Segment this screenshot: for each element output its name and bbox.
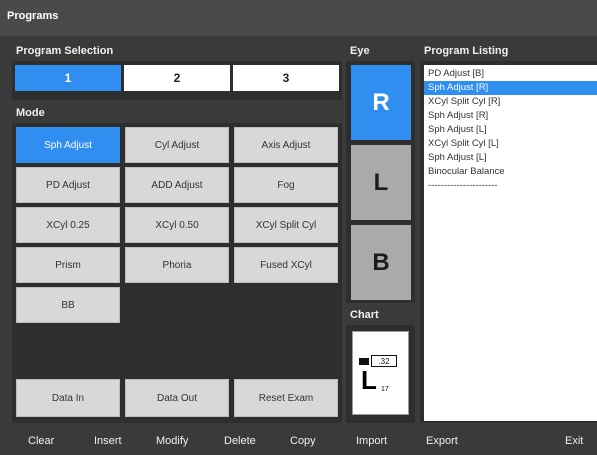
- export-button[interactable]: Export: [426, 435, 458, 447]
- chart-letter-subscript: 17: [381, 386, 389, 393]
- modify-button[interactable]: Modify: [156, 435, 188, 447]
- list-item[interactable]: Sph Adjust [L]: [424, 123, 597, 137]
- pd-adjust-button[interactable]: PD Adjust: [16, 167, 120, 203]
- list-item[interactable]: Sph Adjust [R]: [424, 109, 597, 123]
- fused-xcyl-button[interactable]: Fused XCyl: [234, 247, 338, 283]
- clear-button[interactable]: Clear: [28, 435, 54, 447]
- program-selection-panel: Program Selection 1 2 3: [12, 43, 342, 100]
- chart-letter: L: [361, 365, 377, 395]
- cyl-adjust-button[interactable]: Cyl Adjust: [125, 127, 229, 163]
- eye-header: Eye: [346, 43, 415, 61]
- window-title: Programs: [0, 0, 597, 36]
- prism-button[interactable]: Prism: [16, 247, 120, 283]
- copy-button[interactable]: Copy: [290, 435, 316, 447]
- list-item[interactable]: PD Adjust [B]: [424, 67, 597, 81]
- reset-exam-button[interactable]: Reset Exam: [234, 379, 338, 417]
- list-item[interactable]: XCyl Split Cyl [R]: [424, 95, 597, 109]
- sph-adjust-button[interactable]: Sph Adjust: [16, 127, 120, 163]
- mode-footer: Data In Data Out Reset Exam: [16, 379, 338, 417]
- program-selection-header: Program Selection: [12, 43, 342, 61]
- chart-preview[interactable]: .32 L 17: [352, 331, 409, 415]
- xcyl-050-button[interactable]: XCyl 0.50: [125, 207, 229, 243]
- list-separator: ----------------------: [428, 180, 498, 191]
- mode-header: Mode: [12, 105, 342, 123]
- program-listing-header: Program Listing: [420, 43, 597, 61]
- program-listing-panel: Program Listing PD Adjust [B] Sph Adjust…: [420, 43, 597, 423]
- data-in-button[interactable]: Data In: [16, 379, 120, 417]
- mode-panel: Mode Sph Adjust Cyl Adjust Axis Adjust P…: [12, 105, 342, 423]
- program-tab-2[interactable]: 2: [124, 65, 230, 91]
- xcyl-025-button[interactable]: XCyl 0.25: [16, 207, 120, 243]
- list-item[interactable]: XCyl Split Cyl [L]: [424, 137, 597, 151]
- mode-empty-slot: [234, 287, 338, 323]
- list-item[interactable]: Binocular Balance: [424, 165, 597, 179]
- bb-button[interactable]: BB: [16, 287, 120, 323]
- chart-marker-icon: [359, 358, 369, 365]
- fog-button[interactable]: Fog: [234, 167, 338, 203]
- phoria-button[interactable]: Phoria: [125, 247, 229, 283]
- xcyl-split-cyl-button[interactable]: XCyl Split Cyl: [234, 207, 338, 243]
- exit-button[interactable]: Exit: [565, 435, 583, 447]
- eye-both-button[interactable]: B: [351, 225, 411, 300]
- chart-panel: Chart .32 L 17: [346, 307, 415, 423]
- chart-header: Chart: [346, 307, 415, 325]
- delete-button[interactable]: Delete: [224, 435, 256, 447]
- list-item[interactable]: Sph Adjust [R]: [424, 81, 597, 95]
- list-item[interactable]: Sph Adjust [L]: [424, 151, 597, 165]
- eye-right-button[interactable]: R: [351, 65, 411, 140]
- mode-empty-slot: [125, 287, 229, 323]
- axis-adjust-button[interactable]: Axis Adjust: [234, 127, 338, 163]
- mode-grid: Sph Adjust Cyl Adjust Axis Adjust PD Adj…: [16, 127, 338, 323]
- add-adjust-button[interactable]: ADD Adjust: [125, 167, 229, 203]
- insert-button[interactable]: Insert: [94, 435, 122, 447]
- import-button[interactable]: Import: [356, 435, 387, 447]
- data-out-button[interactable]: Data Out: [125, 379, 229, 417]
- program-list[interactable]: PD Adjust [B] Sph Adjust [R] XCyl Split …: [424, 65, 597, 421]
- program-tab-3[interactable]: 3: [233, 65, 339, 91]
- program-tab-1[interactable]: 1: [15, 65, 121, 91]
- eye-panel: Eye R L B: [346, 43, 415, 303]
- eye-left-button[interactable]: L: [351, 145, 411, 220]
- program-tabs: 1 2 3: [15, 65, 339, 91]
- bottom-toolbar: Clear Insert Modify Delete Copy Import E…: [0, 428, 597, 455]
